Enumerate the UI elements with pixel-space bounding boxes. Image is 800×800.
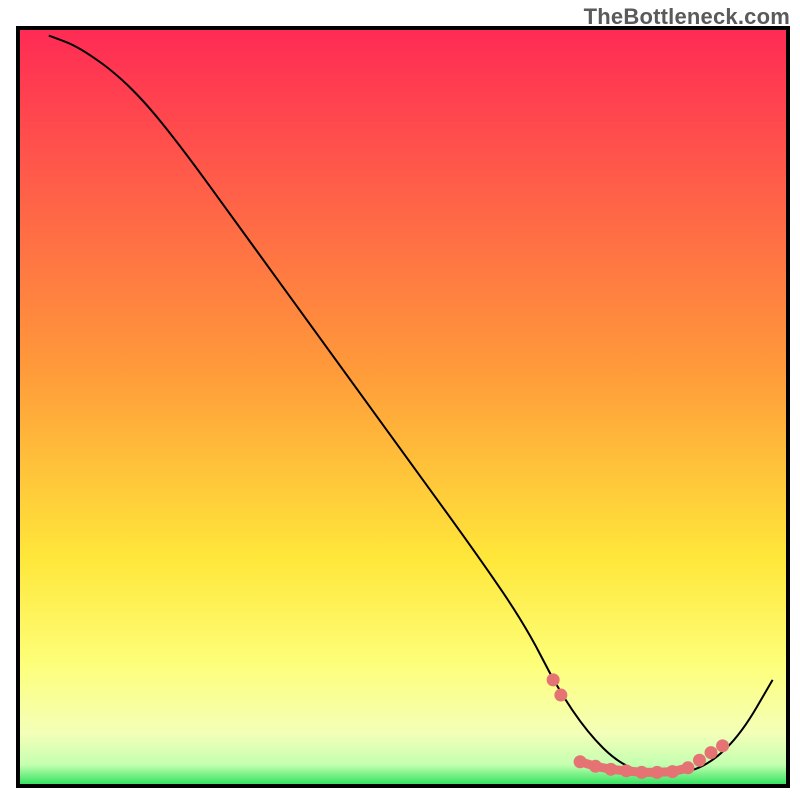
optimal-zone-marker bbox=[635, 766, 648, 779]
optimal-zone-marker bbox=[693, 754, 706, 767]
optimal-zone-marker bbox=[651, 766, 664, 779]
chart-frame: TheBottleneck.com bbox=[0, 0, 800, 800]
optimal-zone-marker bbox=[620, 764, 633, 777]
gradient-background bbox=[18, 28, 788, 786]
optimal-zone-marker bbox=[716, 739, 729, 752]
optimal-zone-marker bbox=[574, 755, 587, 768]
optimal-zone-marker bbox=[589, 760, 602, 773]
chart-plot-svg bbox=[0, 0, 800, 800]
optimal-zone-marker bbox=[604, 763, 617, 776]
optimal-zone-marker bbox=[705, 746, 718, 759]
optimal-zone-marker bbox=[681, 761, 694, 774]
optimal-zone-marker bbox=[547, 673, 560, 686]
optimal-zone-marker bbox=[666, 765, 679, 778]
optimal-zone-marker bbox=[554, 689, 567, 702]
